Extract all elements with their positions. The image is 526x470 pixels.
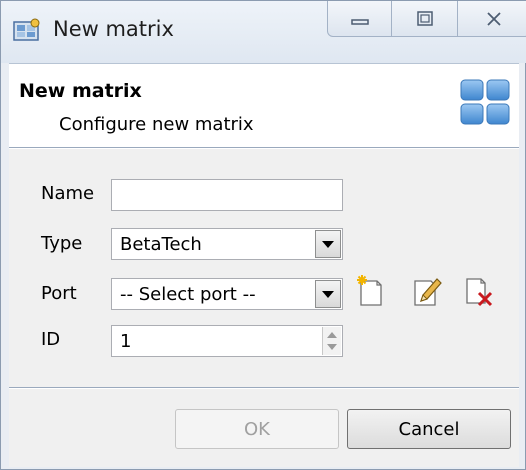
minimize-button[interactable] (327, 1, 393, 37)
header-subtitle: Configure new matrix (59, 114, 254, 135)
cancel-button[interactable]: Cancel (347, 409, 511, 449)
matrix-form: Name Type BetaTech Port -- Select port -… (9, 149, 519, 387)
maximize-icon (416, 10, 433, 26)
header-title: New matrix (19, 80, 142, 102)
app-icon (13, 18, 40, 41)
spin-down-icon[interactable] (327, 344, 337, 350)
ok-button[interactable]: OK (175, 409, 339, 449)
type-select[interactable]: BetaTech (111, 228, 343, 260)
caption-buttons (327, 1, 526, 41)
delete-port-icon[interactable] (461, 273, 495, 307)
port-select[interactable]: -- Select port -- (111, 278, 343, 310)
type-dropdown-button[interactable] (315, 230, 341, 258)
new-port-icon[interactable] (353, 273, 387, 307)
id-value: 1 (120, 331, 132, 352)
chevron-down-icon (322, 240, 334, 248)
name-label: Name (41, 183, 95, 204)
matrix-grid-icon (460, 79, 510, 125)
type-label: Type (41, 233, 83, 254)
spin-up-icon[interactable] (327, 332, 337, 338)
close-icon (487, 11, 501, 26)
dialog-header: New matrix Configure new matrix (9, 63, 519, 148)
maximize-button[interactable] (392, 1, 458, 37)
name-input[interactable] (111, 179, 343, 211)
minimize-icon (350, 18, 369, 25)
id-input[interactable]: 1 (111, 325, 343, 357)
id-label: ID (41, 329, 61, 350)
port-label: Port (41, 283, 77, 304)
new-matrix-dialog: New matrix New matrix Configure new matr… (0, 0, 526, 470)
type-selected-value: BetaTech (120, 234, 202, 255)
port-selected-value: -- Select port -- (120, 284, 256, 305)
close-button[interactable] (457, 1, 526, 37)
edit-port-icon[interactable] (409, 273, 443, 307)
dialog-footer: OK Cancel (9, 389, 519, 467)
window-title: New matrix (53, 17, 174, 41)
id-spinner[interactable] (322, 327, 341, 355)
chevron-down-icon (322, 290, 334, 298)
title-bar[interactable]: New matrix (1, 1, 526, 63)
port-dropdown-button[interactable] (315, 280, 341, 308)
